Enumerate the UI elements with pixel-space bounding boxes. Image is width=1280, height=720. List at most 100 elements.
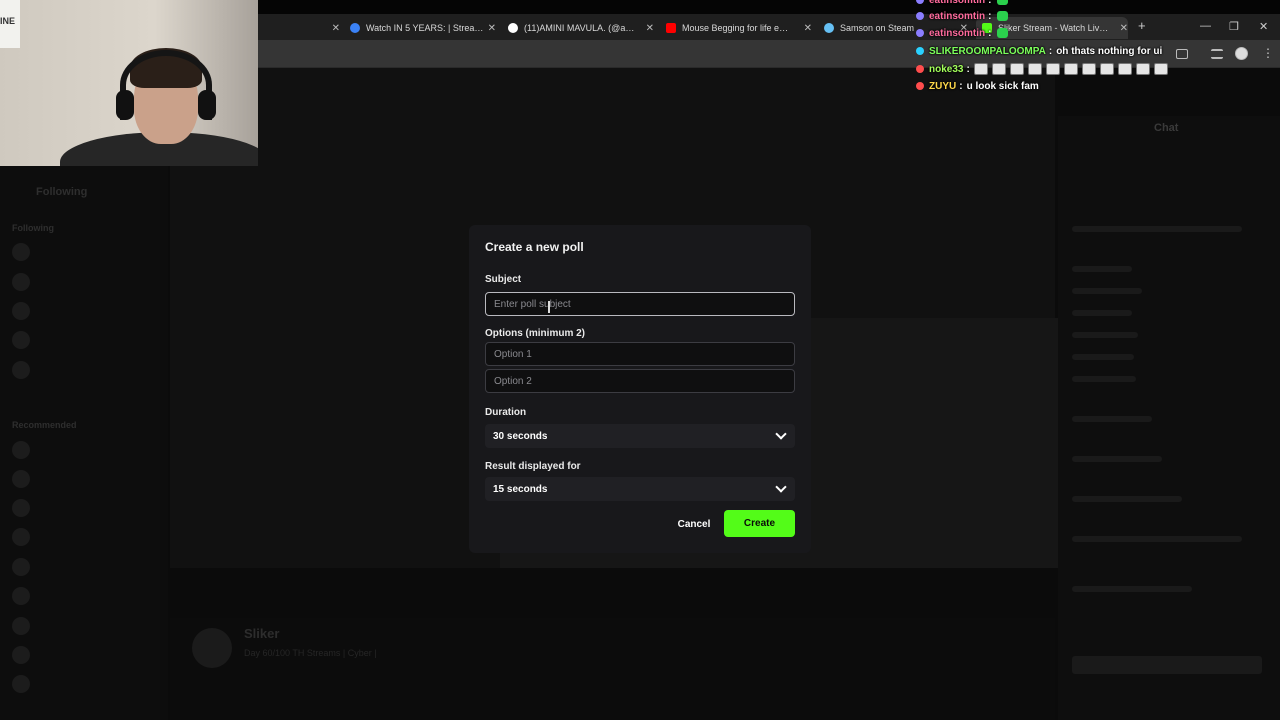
create-poll-modal: Create a new poll Subject Options (minim… [469, 225, 811, 553]
result-label: Result displayed for [485, 461, 581, 472]
screen: ✕ Watch IN 5 YEARS: | Streamabl ✕ (11)AM… [0, 0, 1280, 720]
streamer-info: Sliker Day 60/100 TH Streams | Cyber | [170, 618, 1055, 720]
close-icon[interactable]: ✕ [804, 23, 812, 34]
sidebar-channel[interactable] [12, 614, 162, 638]
tab-title: Sliker Stream - Watch Live on K [998, 23, 1110, 33]
sidebar-channel[interactable] [12, 438, 162, 462]
sidebar-channel[interactable] [12, 358, 162, 382]
avatar [12, 617, 30, 635]
tab-tiktok[interactable]: (11)AMINI MAVULA. (@aminin ✕ [502, 17, 654, 39]
close-icon[interactable]: ✕ [332, 23, 340, 34]
sidebar-channel[interactable] [12, 240, 162, 264]
chat-title: Chat [1154, 122, 1179, 134]
sidebar-channel[interactable] [12, 328, 162, 352]
avatar [12, 302, 30, 320]
badge-icon [916, 12, 924, 20]
result-duration-select[interactable]: 15 seconds [485, 477, 795, 501]
subject-input[interactable] [485, 292, 795, 316]
profile-icon[interactable] [1235, 47, 1248, 60]
chat-input[interactable] [1072, 656, 1262, 674]
chat-message [1072, 536, 1242, 542]
sidebar-channel[interactable] [12, 643, 162, 667]
new-tab-button[interactable]: + [1138, 18, 1146, 33]
overlay-username: eatinsomtin [929, 10, 986, 22]
overlay-separator: : [988, 27, 992, 39]
avatar [12, 587, 30, 605]
cancel-button[interactable]: Cancel [669, 511, 719, 537]
emote-icon [997, 11, 1009, 21]
badge-icon [916, 82, 924, 90]
avatar [12, 331, 30, 349]
chevron-down-icon [775, 428, 787, 440]
overlay-username: SLIKEROOMPALOOMPA [929, 45, 1046, 57]
create-button[interactable]: Create [724, 510, 795, 537]
headset-earcup [198, 90, 216, 120]
tab-title: Mouse Begging for life emotio [682, 23, 794, 33]
steam-favicon-icon [824, 23, 834, 33]
stream-title: Day 60/100 TH Streams | Cyber | [244, 648, 377, 658]
sidebar-title: Following [36, 186, 88, 198]
sidebar-channel[interactable] [12, 672, 162, 696]
tab-youtube[interactable]: Mouse Begging for life emotio ✕ [660, 17, 812, 39]
chat-message [1072, 416, 1152, 422]
restore-icon[interactable]: ❐ [1229, 20, 1239, 33]
chat-panel: Chat [1058, 116, 1280, 720]
webcam-feed: INE [0, 0, 258, 166]
sidebar-channel[interactable] [12, 555, 162, 579]
avatar [12, 528, 30, 546]
overlay-separator: : [959, 80, 963, 92]
close-icon[interactable]: ✕ [488, 23, 496, 34]
overlay-message: SLIKEROOMPALOOMPA : oh thats nothing for… [916, 43, 1162, 59]
overlay-text: oh thats nothing for ui [1056, 45, 1163, 57]
overlay-separator: : [1048, 45, 1053, 57]
avatar [12, 675, 30, 693]
chat-message [1072, 226, 1242, 232]
modal-title: Create a new poll [485, 240, 584, 254]
extensions-icon[interactable] [1176, 49, 1188, 59]
emote-icon [1135, 63, 1150, 75]
avatar [12, 646, 30, 664]
chat-message [1072, 496, 1182, 502]
avatar [12, 243, 30, 261]
tab-streamable[interactable]: Watch IN 5 YEARS: | Streamabl ✕ [344, 17, 496, 39]
options-label: Options (minimum 2) [485, 328, 585, 339]
option-2-input[interactable] [485, 369, 795, 393]
playlist-icon[interactable] [1211, 49, 1223, 59]
sidebar-channel[interactable] [12, 270, 162, 294]
streamer-avatar[interactable] [192, 628, 232, 668]
overlay-message: eatinsomtin : [916, 8, 1009, 24]
emote-icon [1153, 63, 1168, 75]
minimize-icon[interactable]: — [1200, 20, 1211, 32]
badge-icon [916, 29, 924, 37]
avatar [12, 361, 30, 379]
chat-message [1072, 288, 1142, 294]
streamer-name[interactable]: Sliker [244, 626, 279, 641]
emote-icon [1009, 63, 1024, 75]
emote-icon [1027, 63, 1042, 75]
emote-icon [1117, 63, 1132, 75]
avatar [12, 499, 30, 517]
avatar [12, 558, 30, 576]
avatar [12, 441, 30, 459]
sidebar-channel[interactable] [12, 496, 162, 520]
sidebar-channel[interactable] [12, 525, 162, 549]
tiktok-favicon-icon [508, 23, 518, 33]
overlay-separator: : [988, 0, 992, 6]
sidebar-channel[interactable] [12, 299, 162, 323]
wall-poster: INE [0, 0, 20, 48]
duration-select[interactable]: 30 seconds [485, 424, 795, 448]
close-window-icon[interactable]: ✕ [1259, 20, 1268, 33]
menu-icon[interactable]: ⋮ [1262, 46, 1274, 60]
chat-message [1072, 332, 1138, 338]
tab-partial[interactable]: ✕ [262, 17, 340, 39]
option-1-input[interactable] [485, 342, 795, 366]
avatar [12, 273, 30, 291]
sidebar-channel[interactable] [12, 467, 162, 491]
emote-icon [997, 28, 1009, 38]
close-icon[interactable]: ✕ [646, 23, 654, 34]
close-icon[interactable]: ✕ [1120, 23, 1128, 34]
chat-message [1072, 266, 1132, 272]
overlay-username: eatinsomtin [929, 27, 986, 39]
sidebar-channel[interactable] [12, 584, 162, 608]
overlay-message: eatinsomtin : [916, 25, 1009, 41]
